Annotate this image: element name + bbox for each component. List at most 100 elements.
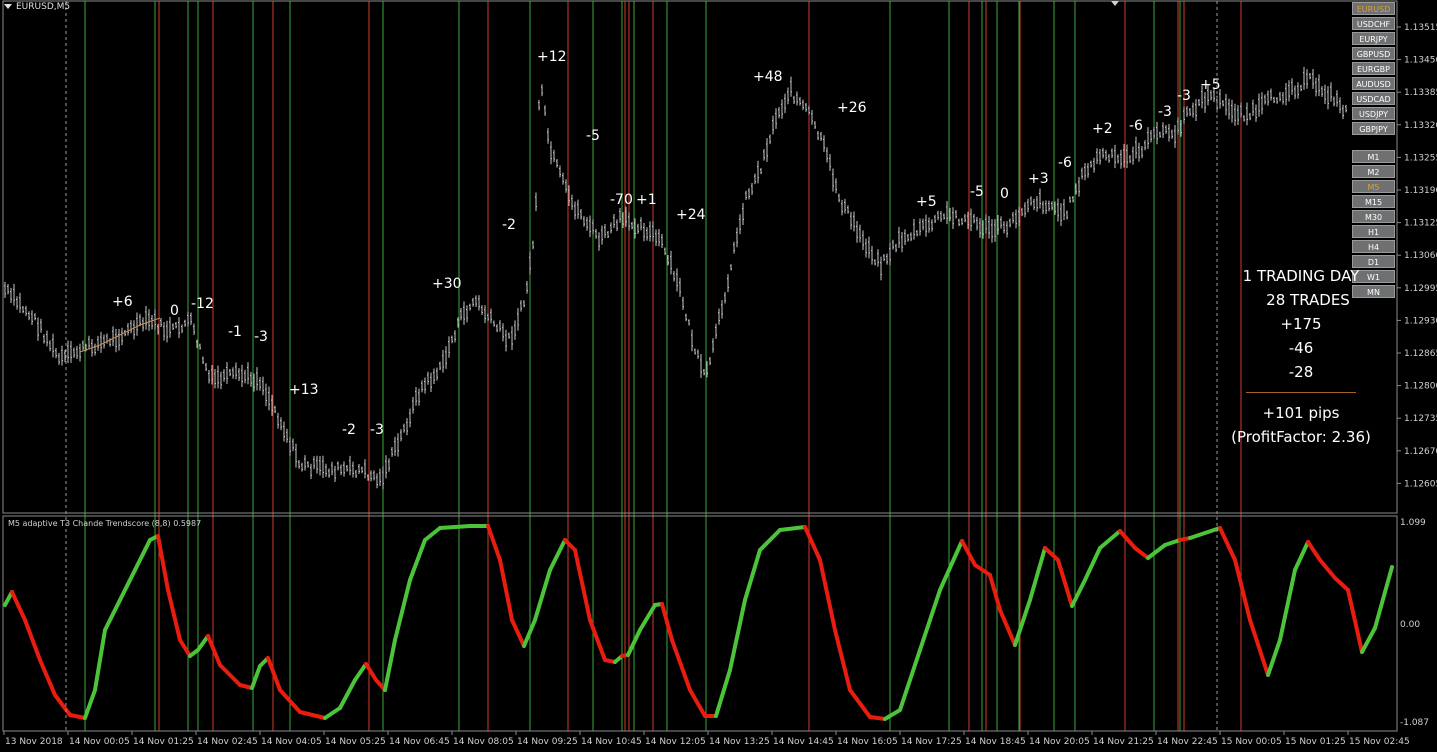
- symbol-button-usdchf[interactable]: USDCHF: [1352, 17, 1395, 30]
- trade-result-label: +1: [636, 192, 657, 208]
- indicator-segment: [588, 618, 607, 662]
- trade-result-label: -6: [1129, 118, 1143, 134]
- trade-result-label: -1: [228, 324, 242, 340]
- indicator-segment: [118, 568, 137, 602]
- indicator-segment: [883, 708, 902, 721]
- price-tick-label: 1.12800: [1404, 382, 1437, 392]
- indicator-segment: [998, 608, 1017, 647]
- indicator-segment: [206, 634, 222, 667]
- timeframe-button-m30[interactable]: M30: [1352, 210, 1395, 223]
- trade-result-label: -3: [370, 422, 384, 438]
- trade-entry-lines: [84, 1, 1242, 731]
- symbol-button-gbpusd[interactable]: GBPUSD: [1352, 47, 1395, 60]
- indicator-segment: [298, 710, 327, 720]
- summary-divider: [1246, 392, 1356, 393]
- summary-losses: -46: [1288, 339, 1314, 357]
- indicator-segment: [573, 548, 592, 622]
- indicator-segment: [408, 538, 427, 582]
- time-tick-label: 14 Nov 20:05: [1029, 737, 1090, 747]
- indicator-segment: [803, 525, 822, 562]
- summary-wins: +175: [1280, 315, 1322, 333]
- indicator-segment: [364, 662, 378, 682]
- chart-title: EURUSD,M5: [4, 2, 70, 12]
- indicator-segment: [53, 693, 72, 717]
- indicator-segment: [323, 706, 342, 720]
- indicator-segment: [266, 656, 282, 692]
- price-bars: [4, 66, 1347, 490]
- trade-result-label: -2: [502, 217, 516, 233]
- time-tick-label: 14 Nov 09:25: [517, 737, 578, 747]
- indicator-frame: [2, 515, 1398, 732]
- trade-result-label: +3: [1028, 171, 1049, 187]
- time-tick-label: 15 Nov 00:05: [1221, 737, 1282, 747]
- indicator-tick-label: 1.099: [1400, 518, 1426, 528]
- symbol-button-eurusd[interactable]: EURUSD: [1352, 2, 1395, 15]
- price-tick-label: 1.13320: [1404, 121, 1437, 131]
- trade-result-label: -3: [1177, 88, 1191, 104]
- price-tick-label: 1.13060: [1404, 251, 1437, 261]
- indicator-segment: [438, 524, 472, 530]
- time-tick-label: 14 Nov 00:05: [69, 737, 130, 747]
- chart-menu-icon[interactable]: [4, 4, 12, 9]
- indicator-segment: [510, 618, 526, 648]
- indicator-tick-label: 0.00: [1400, 620, 1420, 630]
- time-tick-label: 14 Nov 12:05: [645, 737, 706, 747]
- symbol-button-eurjpy[interactable]: EURJPY: [1352, 32, 1395, 45]
- indicator-segment: [10, 590, 27, 622]
- trade-result-label: -5: [586, 128, 600, 144]
- indicator-segment: [563, 538, 577, 552]
- timeframe-button-m15[interactable]: M15: [1352, 195, 1395, 208]
- trade-result-label: +13: [289, 382, 319, 398]
- indicator-segment: [1306, 540, 1322, 562]
- indicator-segment: [83, 688, 97, 720]
- trade-result-label: -5: [970, 184, 984, 200]
- indicator-segment: [1083, 546, 1102, 582]
- timeframe-button-m2[interactable]: M2: [1352, 165, 1395, 178]
- indicator-segment: [1146, 543, 1167, 560]
- indicator-segment: [1248, 618, 1270, 677]
- symbol-button-eurgbp[interactable]: EURGBP: [1352, 62, 1395, 75]
- indicator-segment: [868, 715, 887, 721]
- indicator-segment: [1056, 558, 1074, 608]
- trade-result-label: 0: [170, 303, 179, 319]
- chart-canvas[interactable]: +60 -12-1 -3+13-2 -3+30-2+12-5-70 +1+24+48+2…: [0, 0, 1437, 752]
- symbol-button-audusd[interactable]: AUDUSD: [1352, 77, 1395, 90]
- timeframe-button-h4[interactable]: H4: [1352, 240, 1395, 253]
- time-tick-label: 14 Nov 16:05: [837, 737, 898, 747]
- price-tick-label: 1.12735: [1404, 414, 1437, 424]
- timeframe-button-h1[interactable]: H1: [1352, 225, 1395, 238]
- symbol-button-gbpjpy[interactable]: GBPJPY: [1352, 122, 1395, 135]
- trade-result-label: -70: [610, 192, 633, 208]
- time-tick-label: 14 Nov 18:45: [965, 737, 1026, 747]
- timeframe-button-m5[interactable]: M5: [1352, 180, 1395, 193]
- time-tick-label: 14 Nov 04:05: [261, 737, 322, 747]
- symbol-button-usdjpy[interactable]: USDJPY: [1352, 107, 1395, 120]
- indicator-segment: [1118, 529, 1137, 550]
- time-tick-label: 13 Nov 2018: [5, 737, 63, 747]
- trade-result-label: +26: [837, 100, 867, 116]
- indicator-segment: [68, 713, 87, 720]
- trade-result-label: +48: [753, 69, 783, 85]
- indicator-segment: [218, 663, 242, 687]
- indicator-segment: [1266, 638, 1282, 677]
- indicator-segment: [393, 578, 412, 642]
- trade-summary: 1 TRADING DAY 28 TRADES +175 -46 -28 +10…: [1226, 264, 1376, 449]
- price-tick-label: 1.13450: [1404, 56, 1437, 66]
- time-tick-label: 15 Nov 01:25: [1285, 737, 1346, 747]
- indicator-segment: [988, 573, 1002, 612]
- indicator-segment: [338, 678, 357, 710]
- time-tick-label: 14 Nov 21:25: [1093, 737, 1154, 747]
- indicator-segment: [743, 548, 762, 602]
- indicator-segment: [714, 668, 732, 718]
- price-tick-label: 1.12670: [1404, 447, 1437, 457]
- indicator-segment: [23, 618, 42, 662]
- time-tick-label: 14 Nov 01:25: [133, 737, 194, 747]
- timeframe-button-m1[interactable]: M1: [1352, 150, 1395, 163]
- price-tick-label: 1.13125: [1404, 219, 1437, 229]
- time-tick-label: 14 Nov 02:45: [197, 737, 258, 747]
- trade-result-label: +30: [432, 276, 462, 292]
- indicator-segment: [1098, 529, 1122, 550]
- indicator-segment: [1278, 568, 1297, 642]
- indicator-segment: [758, 528, 782, 552]
- symbol-button-usdcad[interactable]: USDCAD: [1352, 92, 1395, 105]
